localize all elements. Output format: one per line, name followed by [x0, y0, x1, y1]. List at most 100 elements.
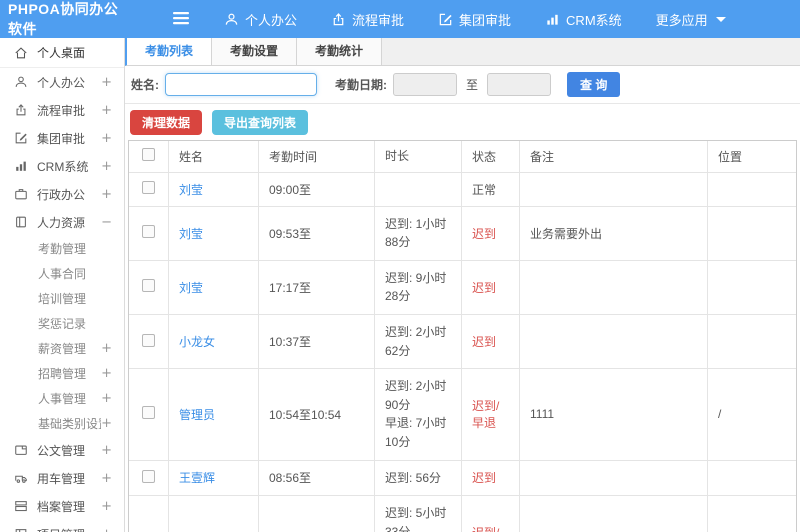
date-from-input[interactable]	[393, 73, 457, 96]
tab-attendance-settings[interactable]: 考勤设置	[212, 38, 298, 65]
table-row: 刘莹 17:17至 迟到: 9小时28分 迟到	[129, 260, 796, 315]
search-button[interactable]: 查 询	[567, 72, 621, 97]
topnav-group-approval[interactable]: 集团审批	[426, 0, 523, 38]
table-row: 刘莹 09:00至 正常	[129, 172, 796, 207]
status-cell: 迟到	[462, 260, 520, 315]
sidebar-item-label: 档案管理	[37, 499, 86, 514]
submenu-item-salary-mgmt[interactable]: 薪资管理 +	[0, 336, 124, 361]
submenu-item-base-category-settings[interactable]: 基础类别设置 +	[0, 411, 124, 436]
tab-attendance-list[interactable]: 考勤列表	[127, 38, 213, 65]
export-list-button[interactable]: 导出查询列表	[212, 109, 309, 135]
sidebar-item-admin-office[interactable]: 行政办公 +	[0, 180, 124, 208]
submenu-item-recruit-mgmt[interactable]: 招聘管理 +	[0, 361, 124, 386]
submenu-item-attendance-mgmt[interactable]: 考勤管理	[0, 236, 124, 261]
date-filter-label: 考勤日期:	[335, 78, 387, 92]
tab-attendance-statistics[interactable]: 考勤统计	[297, 38, 383, 65]
submenu-item-hr-contract[interactable]: 人事合同	[0, 261, 124, 286]
topnav-label: CRM系统	[566, 12, 622, 28]
employee-name-link[interactable]: 刘莹	[179, 227, 203, 241]
app-window: PHPOA协同办公软件 个人办公 流程审批 集团审批 CRM系统 更多应用 个人…	[0, 0, 800, 532]
sidebar-item-personal-desktop[interactable]: 个人桌面	[0, 38, 124, 68]
attendance-time-cell: 09:53至	[259, 206, 375, 261]
status-cell: 迟到	[462, 206, 520, 261]
sidebar-item-label: 人力资源	[37, 215, 86, 230]
duration-cell: 迟到: 1小时88分	[375, 206, 462, 261]
expand-plus: +	[101, 102, 112, 118]
status-cell: 迟到/早退	[462, 369, 520, 461]
table-row: 王壹辉 08:56至 迟到: 56分 迟到	[129, 460, 796, 497]
topnav-workflow-approval[interactable]: 流程审批	[319, 0, 416, 38]
share-icon	[14, 103, 29, 117]
topnav-label: 流程审批	[352, 12, 405, 28]
topnav-label: 集团审批	[459, 12, 512, 28]
topnav-label: 个人办公	[245, 12, 298, 28]
location-cell	[708, 461, 796, 497]
remark-cell	[520, 460, 708, 497]
row-checkbox[interactable]	[142, 279, 155, 293]
sidebar-item-personal-office[interactable]: 个人办公 +	[0, 68, 124, 96]
row-checkbox[interactable]	[142, 225, 155, 239]
briefcase-icon	[14, 187, 29, 201]
employee-name-link[interactable]: 管理员	[179, 408, 215, 422]
status-cell: 迟到	[462, 314, 520, 370]
location-cell	[708, 261, 796, 315]
topnav-crm-system[interactable]: CRM系统	[533, 0, 634, 38]
header-remark: 备注	[520, 141, 708, 173]
remark-cell	[520, 260, 708, 315]
sidebar-item-label: 个人桌面	[37, 46, 86, 60]
submenu-item-reward-records[interactable]: 奖惩记录	[0, 311, 124, 336]
sidebar-item-archive-mgmt[interactable]: 档案管理 +	[0, 492, 124, 520]
attendance-time-cell: 09:00至	[259, 172, 375, 207]
sidebar-item-workflow-approval[interactable]: 流程审批 +	[0, 96, 124, 124]
sidebar-item-vehicle-mgmt[interactable]: 用车管理 +	[0, 464, 124, 492]
expand-plus: +	[101, 74, 112, 90]
sidebar-item-label: 流程审批	[37, 103, 86, 118]
user-icon	[224, 12, 239, 27]
tab-bar: 考勤列表 考勤设置 考勤统计	[125, 38, 800, 66]
topnav-personal-office[interactable]: 个人办公	[212, 0, 309, 38]
sidebar-item-human-resources[interactable]: 人力资源 −	[0, 208, 124, 236]
status-cell: 迟到/早退	[462, 496, 520, 532]
menu-toggle-button[interactable]	[172, 11, 190, 28]
sidebar-item-label: 用车管理	[37, 471, 86, 486]
employee-name-link[interactable]: 刘莹	[179, 281, 203, 295]
expand-plus: +	[101, 366, 112, 381]
clean-data-button[interactable]: 清理数据	[130, 109, 203, 135]
date-to-input[interactable]	[487, 73, 552, 96]
name-filter-label: 姓名:	[131, 78, 159, 92]
sidebar-item-crm-system[interactable]: CRM系统 +	[0, 152, 124, 180]
expand-plus: +	[101, 341, 112, 356]
app-logo: PHPOA协同办公软件	[8, 1, 119, 37]
attendance-time-cell: 10:54至10:54	[259, 369, 375, 461]
caret-down-icon	[715, 16, 726, 22]
submenu-item-training-mgmt[interactable]: 培训管理	[0, 286, 124, 311]
sidebar-item-project-mgmt[interactable]: 项目管理 +	[0, 520, 124, 532]
table-body: 刘莹 09:00至 正常 刘莹 09:53至 迟到: 1小时88分 迟到 业务需…	[129, 172, 796, 532]
car-icon	[14, 471, 29, 485]
hr-submenu: 考勤管理 人事合同 培训管理 奖惩记录 薪资管理 + 招聘管理 + 人事管理 +…	[0, 236, 124, 436]
row-checkbox[interactable]	[142, 469, 155, 483]
name-filter-input[interactable]	[165, 73, 317, 96]
header-status: 状态	[462, 141, 520, 173]
book-icon	[14, 215, 29, 229]
expand-plus: +	[101, 470, 112, 486]
table-row: 小龙女 10:37至 迟到: 2小时62分 迟到	[129, 314, 796, 370]
sidebar-item-group-approval[interactable]: 集团审批 +	[0, 124, 124, 152]
submenu-item-personnel-mgmt[interactable]: 人事管理 +	[0, 386, 124, 411]
archive-icon	[14, 499, 29, 513]
topnav-more-apps[interactable]: 更多应用	[644, 0, 738, 38]
sidebar-item-label: 集团审批	[37, 131, 86, 146]
header-name: 姓名	[169, 141, 259, 173]
employee-name-link[interactable]: 刘莹	[179, 183, 203, 197]
expand-plus: +	[101, 416, 112, 431]
employee-name-link[interactable]: 小龙女	[179, 335, 215, 349]
attendance-table: 姓名 考勤时间 时长 状态 备注 位置 刘莹 09:00至 正常 刘莹 09:5…	[125, 140, 800, 532]
row-checkbox[interactable]	[142, 406, 155, 420]
row-checkbox[interactable]	[142, 181, 155, 195]
location-cell	[708, 173, 796, 207]
select-all-checkbox[interactable]	[142, 148, 155, 162]
top-bar: PHPOA协同办公软件 个人办公 流程审批 集团审批 CRM系统 更多应用	[0, 0, 800, 38]
sidebar-item-document-mgmt[interactable]: 公文管理 +	[0, 436, 124, 464]
row-checkbox[interactable]	[142, 333, 155, 347]
employee-name-link[interactable]: 王壹辉	[179, 471, 215, 485]
